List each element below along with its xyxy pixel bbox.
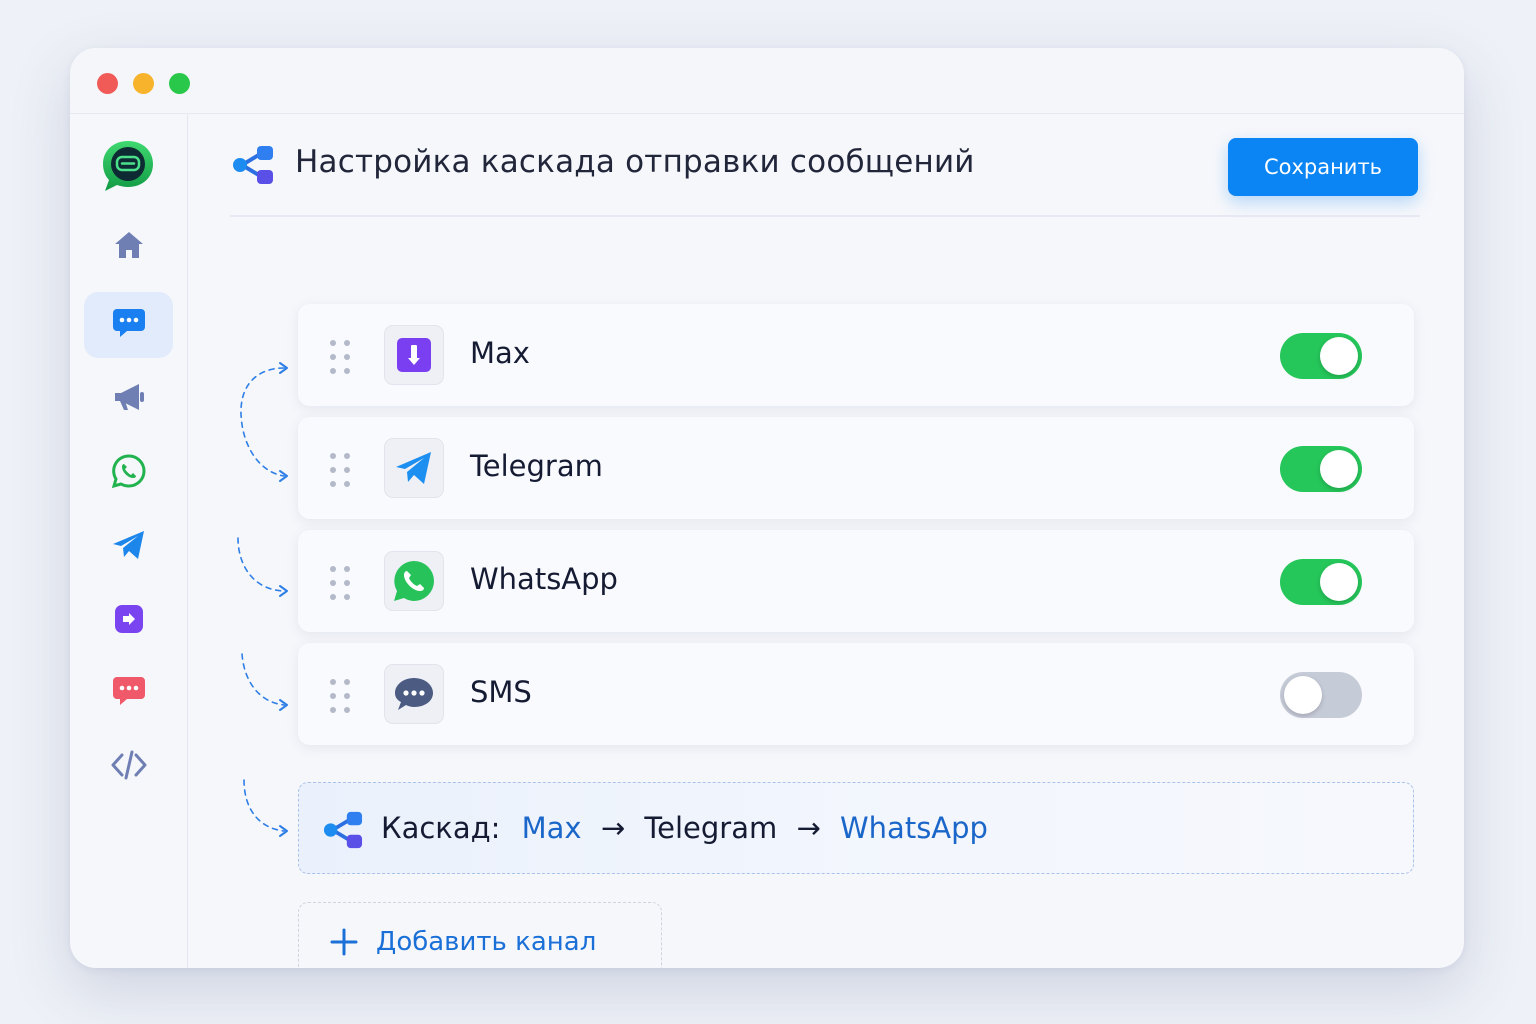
channel-toggle[interactable] xyxy=(1280,559,1362,605)
drag-handle-icon[interactable] xyxy=(328,453,352,487)
sidebar xyxy=(70,114,188,968)
whatsapp-icon xyxy=(384,551,444,611)
add-channel-label: Добавить канал xyxy=(376,927,597,957)
channel-row-sms[interactable]: SMS xyxy=(298,643,1414,745)
home-icon xyxy=(111,227,147,267)
window-close-button[interactable] xyxy=(97,73,118,94)
sidebar-item-broadcast[interactable] xyxy=(84,366,173,432)
app-window: Настройка каскада отправки сообщений Сох… xyxy=(70,48,1464,968)
drag-handle-icon[interactable] xyxy=(328,679,352,713)
whatsapp-icon xyxy=(111,453,147,493)
sidebar-item-home[interactable] xyxy=(84,214,173,280)
chat-bubble-logo-icon xyxy=(100,138,156,194)
cascade-step: Max xyxy=(521,811,582,845)
channel-row-max[interactable]: Max xyxy=(298,304,1414,406)
cascade-connector-arrows xyxy=(237,362,288,837)
cascade-summary: Каскад: Max → Telegram → WhatsApp xyxy=(298,782,1414,874)
megaphone-icon xyxy=(111,379,147,419)
add-channel-button[interactable]: Добавить канал xyxy=(298,902,662,968)
telegram-icon xyxy=(110,526,148,568)
channel-toggle[interactable] xyxy=(1280,333,1362,379)
cascade-step: Telegram xyxy=(644,811,778,845)
sidebar-item-telegram[interactable] xyxy=(84,514,173,580)
channel-name: SMS xyxy=(470,675,532,709)
channel-row-telegram[interactable]: Telegram xyxy=(298,417,1414,519)
max-icon xyxy=(384,325,444,385)
main-content: Настройка каскада отправки сообщений Сох… xyxy=(188,114,1464,968)
channel-toggle[interactable] xyxy=(1280,446,1362,492)
sidebar-item-api[interactable] xyxy=(84,734,173,800)
cascade-label: Каскад: xyxy=(381,811,501,845)
toggle-knob xyxy=(1284,676,1322,714)
sms-bubble-icon xyxy=(111,673,147,713)
toggle-knob xyxy=(1320,337,1358,375)
sidebar-item-sms[interactable] xyxy=(84,660,173,726)
drag-handle-icon[interactable] xyxy=(328,566,352,600)
page-title: Настройка каскада отправки сообщений xyxy=(295,144,975,180)
code-icon xyxy=(109,747,149,787)
window-minimize-button[interactable] xyxy=(133,73,154,94)
drag-handle-icon[interactable] xyxy=(328,340,352,374)
plus-icon xyxy=(329,927,359,961)
channel-name: WhatsApp xyxy=(470,562,618,596)
telegram-icon xyxy=(384,438,444,498)
sidebar-item-messages[interactable] xyxy=(84,292,173,358)
window-maximize-button[interactable] xyxy=(169,73,190,94)
toggle-knob xyxy=(1320,563,1358,601)
cascade-step: WhatsApp xyxy=(840,811,988,845)
toggle-knob xyxy=(1320,450,1358,488)
channel-toggle[interactable] xyxy=(1280,672,1362,718)
window-titlebar xyxy=(70,48,1464,114)
cascade-order-text: Каскад: Max → Telegram → WhatsApp xyxy=(381,811,988,845)
sidebar-item-whatsapp[interactable] xyxy=(84,440,173,506)
chat-dots-icon xyxy=(111,305,147,345)
max-icon xyxy=(113,603,145,639)
sidebar-item-max[interactable] xyxy=(84,588,173,654)
sms-icon xyxy=(384,664,444,724)
cascade-arrow: → xyxy=(600,811,626,845)
save-button[interactable]: Сохранить xyxy=(1228,138,1418,196)
header-divider xyxy=(230,215,1420,217)
channel-name: Telegram xyxy=(470,449,603,483)
cascade-arrow: → xyxy=(796,811,821,845)
cascade-flow-icon xyxy=(321,810,365,854)
channel-name: Max xyxy=(470,336,530,370)
channel-row-whatsapp[interactable]: WhatsApp xyxy=(298,530,1414,632)
